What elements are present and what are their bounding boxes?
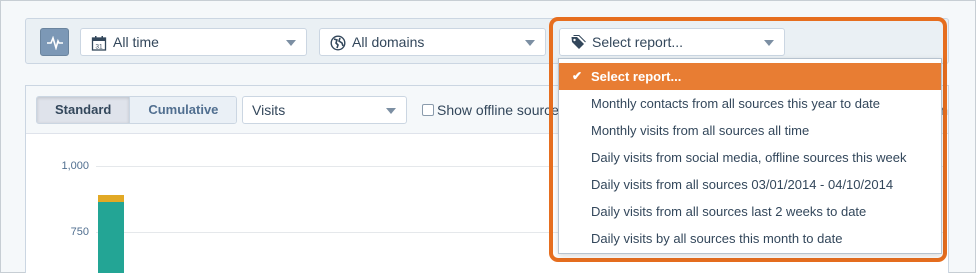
report-dropdown-menu: ✔ Select report... Monthly contacts from a… (558, 58, 942, 254)
report-option[interactable]: Daily visits from all sources 03/01/2014… (559, 171, 941, 198)
report-option-label: Monthly contacts from all sources this y… (591, 96, 881, 111)
report-option-label: Select report... (591, 69, 682, 84)
chevron-down-icon (386, 108, 396, 114)
chevron-down-icon (286, 40, 296, 46)
y-tick-label: 750 (70, 226, 89, 238)
globe-icon (330, 35, 346, 51)
report-option[interactable]: Daily visits from social media, offline … (559, 144, 941, 171)
report-option[interactable]: Daily visits by all sources this month t… (559, 225, 941, 252)
report-option-label: Daily visits from all sources last 2 wee… (591, 204, 867, 219)
report-option-label: Daily visits from all sources 03/01/2014… (591, 177, 894, 192)
chart-bar-segment-teal[interactable] (98, 201, 124, 273)
report-option-label: Daily visits by all sources this month t… (591, 231, 843, 246)
pulse-chart-button[interactable] (40, 28, 69, 56)
view-toggle: Standard Cumulative (36, 96, 238, 124)
offline-sources-label: Show offline sources (437, 102, 566, 118)
calendar-day: 31 (95, 44, 103, 51)
chart-bar-segment-gold[interactable] (98, 195, 124, 202)
report-option-label: Monthly visits from all sources all time (591, 123, 810, 138)
report-option[interactable]: Daily visits from all sources last 2 wee… (559, 198, 941, 225)
pulse-icon (47, 36, 63, 50)
standard-view-button[interactable]: Standard (37, 97, 131, 123)
domains-select[interactable]: All domains (319, 28, 546, 56)
cumulative-view-button[interactable]: Cumulative (130, 97, 237, 123)
time-range-select[interactable]: 31 All time (80, 28, 307, 56)
time-range-label: All time (113, 34, 159, 50)
report-option[interactable]: ✔ Select report... (559, 63, 941, 90)
calendar-icon: 31 (91, 36, 107, 51)
chevron-down-icon (525, 40, 535, 46)
y-tick-label: 1,000 (61, 160, 89, 172)
checkbox-box[interactable] (422, 104, 434, 116)
report-option-label: Daily visits from social media, offline … (591, 150, 907, 165)
metric-select[interactable]: Visits (242, 96, 407, 124)
report-option[interactable]: Monthly visits from all sources all time (559, 117, 941, 144)
metric-label: Visits (252, 102, 286, 118)
report-option[interactable]: Monthly contacts from all sources this y… (559, 90, 941, 117)
checkmark-icon: ✔ (572, 69, 583, 83)
domains-label: All domains (352, 34, 425, 50)
reports-dashboard: 31 All time All domains Select report... (0, 0, 976, 273)
